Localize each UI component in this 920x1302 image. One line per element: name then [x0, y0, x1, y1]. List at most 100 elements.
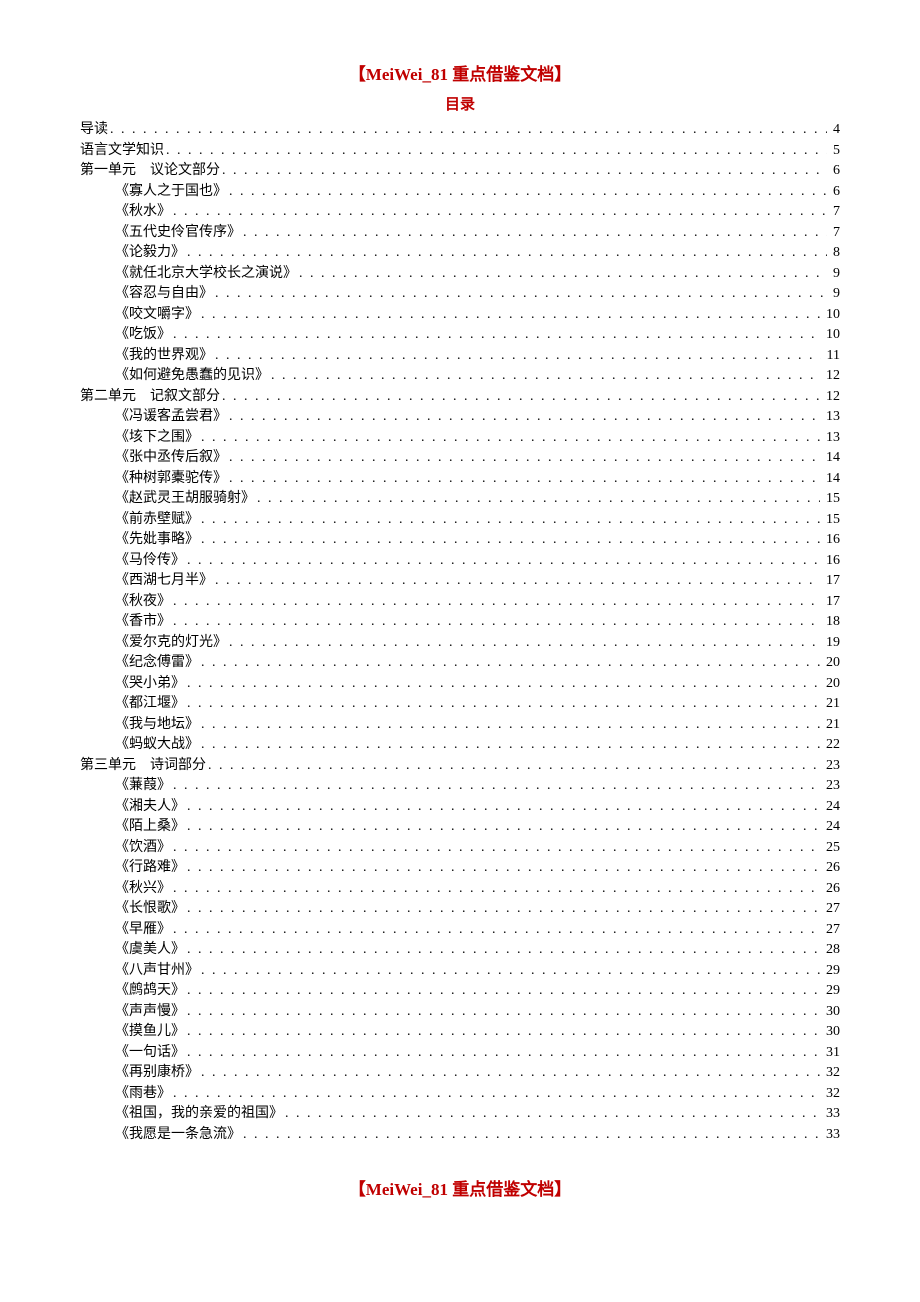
toc-entry-page: 7	[829, 202, 840, 223]
toc-entry[interactable]: 《祖国，我的亲爱的祖国》33	[80, 1104, 840, 1125]
toc-entry-page: 14	[822, 469, 840, 490]
toc-entry-page: 23	[822, 776, 840, 797]
toc-entry-label: 语言文学知识	[80, 141, 164, 162]
toc-entry[interactable]: 《蚂蚁大战》22	[80, 735, 840, 756]
toc-entry[interactable]: 《垓下之围》13	[80, 428, 840, 449]
toc-entry[interactable]: 《都江堰》21	[80, 694, 840, 715]
toc-entry-page: 32	[822, 1063, 840, 1084]
toc-entry[interactable]: 《秋夜》17	[80, 592, 840, 613]
toc-entry-label: 《我愿是一条急流》	[115, 1125, 241, 1146]
toc-entry-page: 29	[822, 981, 840, 1002]
toc-entry-label: 《寡人之于国也》	[115, 182, 227, 203]
toc-entry[interactable]: 导读 4	[80, 120, 840, 141]
toc-entry[interactable]: 《我与地坛》21	[80, 715, 840, 736]
toc-entry-label: 《都江堰》	[115, 694, 185, 715]
toc-entry-page: 15	[822, 510, 840, 531]
toc-dots	[201, 428, 820, 449]
toc-dots	[243, 223, 827, 244]
toc-entry[interactable]: 《如何避免愚蠢的见识》12	[80, 366, 840, 387]
toc-entry[interactable]: 《秋兴》26	[80, 879, 840, 900]
toc-entry[interactable]: 《我的世界观》11	[80, 346, 840, 367]
toc-entry-label: 导读	[80, 120, 108, 141]
toc-entry[interactable]: 《蒹葭》23	[80, 776, 840, 797]
toc-entry-label: 《摸鱼儿》	[115, 1022, 185, 1043]
toc-entry[interactable]: 《寡人之于国也》6	[80, 182, 840, 203]
toc-dots	[229, 182, 827, 203]
toc-entry[interactable]: 《声声慢》30	[80, 1002, 840, 1023]
toc-entry[interactable]: 《爱尔克的灯光》19	[80, 633, 840, 654]
toc-dots	[229, 633, 820, 654]
toc-entry[interactable]: 《雨巷》32	[80, 1084, 840, 1105]
toc-entry[interactable]: 《论毅力》8	[80, 243, 840, 264]
toc-entry[interactable]: 《再别康桥》32	[80, 1063, 840, 1084]
toc-entry[interactable]: 《先妣事略》16	[80, 530, 840, 551]
toc-entry-label: 《赵武灵王胡服骑射》	[115, 489, 255, 510]
toc-entry-label: 《五代史伶官传序》	[115, 223, 241, 244]
toc-entry[interactable]: 《吃饭》10	[80, 325, 840, 346]
toc-entry[interactable]: 《纪念傅雷》 20	[80, 653, 840, 674]
toc-dots	[187, 1002, 820, 1023]
toc-entry-label: 《我与地坛》	[115, 715, 199, 736]
toc-entry[interactable]: 第三单元 诗词部分23	[80, 756, 840, 777]
toc-entry[interactable]: 《香市》18	[80, 612, 840, 633]
toc-entry-label: 《冯谖客孟尝君》	[115, 407, 227, 428]
toc-entry[interactable]: 《八声甘州》29	[80, 961, 840, 982]
toc-dots	[215, 284, 827, 305]
toc-entry[interactable]: 《一句话》31	[80, 1043, 840, 1064]
toc-entry-page: 18	[822, 612, 840, 633]
toc-entry[interactable]: 《五代史伶官传序》7	[80, 223, 840, 244]
document-header: 【MeiWei_81 重点借鉴文档】	[80, 60, 840, 85]
toc-entry[interactable]: 《容忍与自由》9	[80, 284, 840, 305]
toc-entry[interactable]: 《陌上桑》24	[80, 817, 840, 838]
toc-entry[interactable]: 语言文学知识 5	[80, 141, 840, 162]
toc-entry[interactable]: 《虞美人》28	[80, 940, 840, 961]
toc-entry[interactable]: 第一单元 议论文部分 6	[80, 161, 840, 182]
toc-entry[interactable]: 《张中丞传后叙》14	[80, 448, 840, 469]
toc-entry[interactable]: 《咬文嚼字》10	[80, 305, 840, 326]
toc-entry-page: 17	[822, 571, 840, 592]
toc-entry[interactable]: 《冯谖客孟尝君》13	[80, 407, 840, 428]
toc-entry[interactable]: 《鹧鸪天》29	[80, 981, 840, 1002]
toc-entry[interactable]: 《西湖七月半》17	[80, 571, 840, 592]
toc-dots	[187, 551, 820, 572]
toc-entry-page: 6	[829, 161, 840, 182]
toc-dots	[187, 674, 820, 695]
toc-entry-label: 《纪念傅雷》	[115, 653, 199, 674]
toc-entry[interactable]: 《秋水》7	[80, 202, 840, 223]
toc-entry[interactable]: 第二单元 记叙文部分12	[80, 387, 840, 408]
toc-entry[interactable]: 《就任北京大学校长之演说》9	[80, 264, 840, 285]
toc-dots	[187, 243, 827, 264]
toc-entry[interactable]: 《摸鱼儿》30	[80, 1022, 840, 1043]
toc-entry[interactable]: 《饮酒》 25	[80, 838, 840, 859]
toc-entry-label: 《吃饭》	[115, 325, 171, 346]
toc-entry-page: 4	[829, 120, 840, 141]
toc-dots	[271, 366, 820, 387]
toc-entry[interactable]: 《行路难》26	[80, 858, 840, 879]
toc-entry-label: 《秋夜》	[115, 592, 171, 613]
toc-dots	[208, 756, 820, 777]
toc-entry[interactable]: 《赵武灵王胡服骑射》15	[80, 489, 840, 510]
toc-entry[interactable]: 《种树郭橐驼传》14	[80, 469, 840, 490]
toc-entry[interactable]: 《马伶传》16	[80, 551, 840, 572]
toc-entry[interactable]: 《早雁》27	[80, 920, 840, 941]
toc-entry-page: 25	[822, 838, 840, 859]
toc-entry-page: 20	[822, 653, 840, 674]
toc-entry-label: 《饮酒》	[115, 838, 171, 859]
toc-entry-page: 30	[822, 1002, 840, 1023]
toc-entry[interactable]: 《哭小弟》20	[80, 674, 840, 695]
toc-entry-page: 9	[829, 264, 840, 285]
toc-title: 目录	[80, 93, 840, 114]
toc-entry-label: 《咬文嚼字》	[115, 305, 199, 326]
toc-entry[interactable]: 《湘夫人》24	[80, 797, 840, 818]
toc-entry-label: 《长恨歌》	[115, 899, 185, 920]
toc-entry-label: 《论毅力》	[115, 243, 185, 264]
toc-entry[interactable]: 《长恨歌》27	[80, 899, 840, 920]
toc-dots	[110, 120, 827, 141]
toc-entry-page: 16	[822, 530, 840, 551]
toc-entry-label: 第一单元 议论文部分	[80, 161, 220, 182]
toc-dots	[173, 776, 820, 797]
toc-entry-page: 5	[829, 141, 840, 162]
toc-entry[interactable]: 《我愿是一条急流》33	[80, 1125, 840, 1146]
toc-entry[interactable]: 《前赤壁赋》15	[80, 510, 840, 531]
toc-dots	[187, 981, 820, 1002]
